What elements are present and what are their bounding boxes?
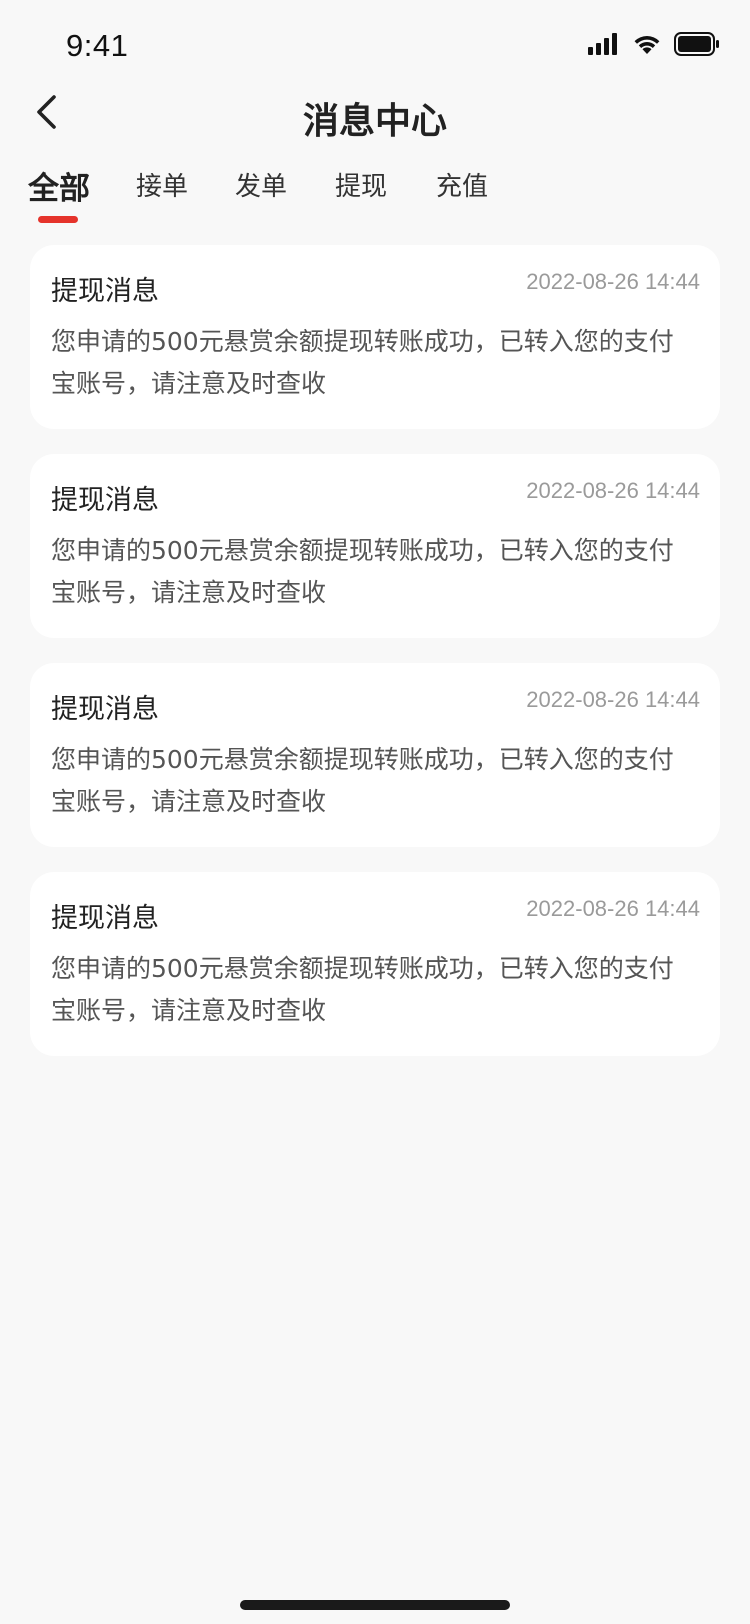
home-indicator[interactable] <box>240 1600 510 1610</box>
message-title: 提现消息 <box>51 276 159 307</box>
message-body: 您申请的500元悬赏余额提现转账成功，已转入您的支付宝账号，请注意及时查收 <box>51 536 674 607</box>
page-title: 消息中心 <box>302 101 447 142</box>
nav-bar: 消息中心 <box>0 86 750 146</box>
message-time: 2022-08-26 14:44 <box>526 687 700 712</box>
message-card[interactable]: 提现消息 2022-08-26 14:44 您申请的500元悬赏余额提现转账成功… <box>30 454 720 638</box>
tab-recharge[interactable]: 充值 <box>436 166 488 203</box>
message-body: 您申请的500元悬赏余额提现转账成功，已转入您的支付宝账号，请注意及时查收 <box>51 745 674 816</box>
tab-active-indicator <box>38 216 78 223</box>
signal-icon <box>588 33 620 59</box>
tab-all[interactable]: 全部 <box>28 163 90 208</box>
tab-withdraw[interactable]: 提现 <box>335 166 387 203</box>
message-body: 您申请的500元悬赏余额提现转账成功，已转入您的支付宝账号，请注意及时查收 <box>51 327 674 398</box>
message-title: 提现消息 <box>51 903 159 934</box>
message-time: 2022-08-26 14:44 <box>526 478 700 503</box>
tab-bar: 全部 接单 发单 提现 充值 <box>0 166 750 226</box>
tab-post-order[interactable]: 发单 <box>235 166 287 203</box>
wifi-icon <box>632 33 662 59</box>
message-card[interactable]: 提现消息 2022-08-26 14:44 您申请的500元悬赏余额提现转账成功… <box>30 663 720 847</box>
message-time: 2022-08-26 14:44 <box>526 896 700 921</box>
message-title: 提现消息 <box>51 694 159 725</box>
status-bar: 9:41 <box>0 0 750 90</box>
status-icons <box>588 32 720 60</box>
app-screen: 9:41 消息中心 全部 接单 发单 提现 充值 提现消息 2022-08-26… <box>0 0 750 1624</box>
message-title: 提现消息 <box>51 485 159 516</box>
tab-accept-order[interactable]: 接单 <box>136 166 188 203</box>
message-card[interactable]: 提现消息 2022-08-26 14:44 您申请的500元悬赏余额提现转账成功… <box>30 872 720 1056</box>
message-time: 2022-08-26 14:44 <box>526 269 700 294</box>
battery-icon <box>674 32 720 60</box>
message-card[interactable]: 提现消息 2022-08-26 14:44 您申请的500元悬赏余额提现转账成功… <box>30 245 720 429</box>
message-list: 提现消息 2022-08-26 14:44 您申请的500元悬赏余额提现转账成功… <box>30 245 720 1081</box>
status-time: 9:41 <box>66 28 129 63</box>
message-body: 您申请的500元悬赏余额提现转账成功，已转入您的支付宝账号，请注意及时查收 <box>51 954 674 1025</box>
